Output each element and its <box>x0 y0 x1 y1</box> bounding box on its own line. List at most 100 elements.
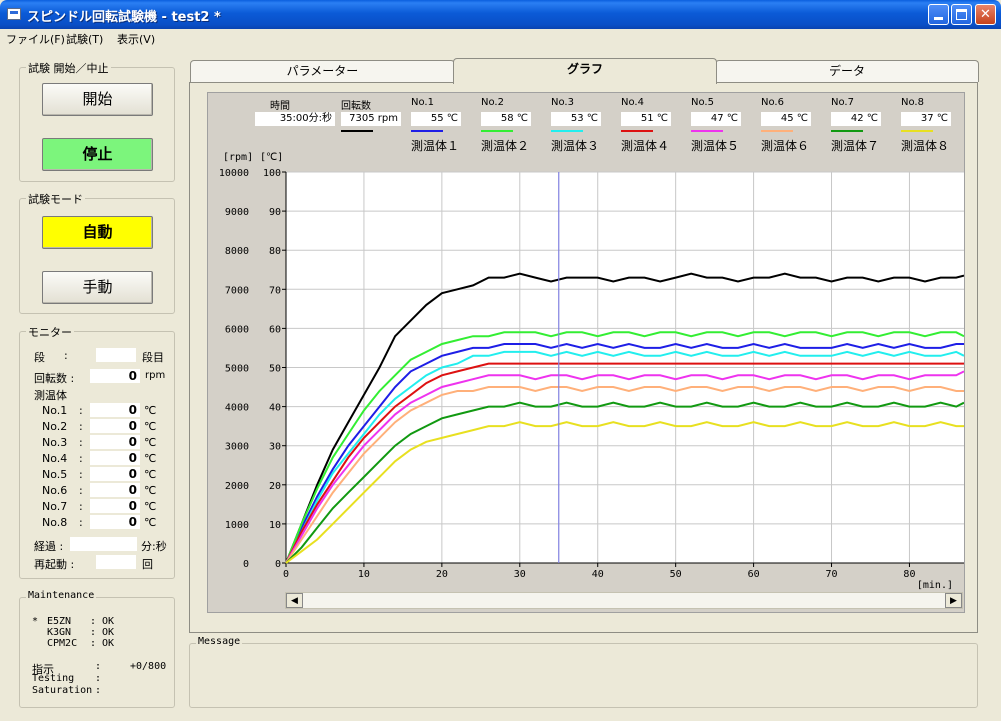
y-tick-label-temp: 30 <box>269 442 281 453</box>
y-tick-label-temp: 0 <box>275 559 281 570</box>
rpm-value: 0 <box>90 369 140 383</box>
sensor-7-colon: : <box>79 500 83 513</box>
monitor-title: モニター <box>26 324 74 340</box>
start-button[interactable]: 開始 <box>42 83 153 116</box>
minimize-icon <box>934 17 943 20</box>
y-tick-label-rpm: 2000 <box>225 481 249 492</box>
graph-horizontal-scrollbar[interactable]: ◀ ▶ <box>285 592 963 609</box>
maintenance-item-name: K3GN <box>47 627 72 638</box>
sensor-1-unit: ℃ <box>144 404 157 417</box>
sensor-2-colon: : <box>79 420 83 433</box>
legend-sensor-7-value: 42 ℃ <box>831 112 881 126</box>
maximize-button[interactable] <box>951 4 972 25</box>
sensor-5-unit: ℃ <box>144 468 157 481</box>
rpm-label: 回転数 : <box>34 372 75 385</box>
tab-parameters[interactable]: パラメーター <box>190 60 455 82</box>
manual-mode-button[interactable]: 手動 <box>42 271 153 304</box>
y-tick-label-temp: 40 <box>269 403 281 414</box>
y-tick-label-rpm: 10000 <box>219 168 249 179</box>
app-icon[interactable] <box>7 8 21 20</box>
x-tick-label: 50 <box>670 569 682 580</box>
y-tick-label-temp: 20 <box>269 481 281 492</box>
legend-sensor-7-line <box>831 130 863 132</box>
scroll-left-button[interactable]: ◀ <box>286 593 303 608</box>
menu-view[interactable]: 表示(V) <box>117 31 155 47</box>
sensor-4-unit: ℃ <box>144 452 157 465</box>
title-bar[interactable]: スピンドル回転試験機 - test2 * ✕ <box>0 0 1001 29</box>
scroll-right-button[interactable]: ▶ <box>945 593 962 608</box>
sensor-4-colon: : <box>79 452 83 465</box>
sensor-1-value: 0 <box>90 403 140 417</box>
sensor-5-label: No.5 <box>42 468 68 481</box>
y-tick-label-rpm: 3000 <box>225 442 249 453</box>
rpm-header-value: 7305 rpm <box>341 112 401 126</box>
y-tick-label-temp: 60 <box>269 324 281 335</box>
restart-label: 再起動 : <box>34 558 75 571</box>
sensor-6-unit: ℃ <box>144 484 157 497</box>
legend-sensor-6-label: No.6 <box>761 97 784 108</box>
legend-sensor-2-label: No.2 <box>481 97 504 108</box>
sensor-6-label: No.6 <box>42 484 68 497</box>
testing-colon: : <box>95 673 102 684</box>
maintenance-group: Maintenance * E5ZN : OK K3GN : OK CPM2C … <box>19 590 175 708</box>
tab-data[interactable]: データ <box>715 60 979 82</box>
sensor-5-colon: : <box>79 468 83 481</box>
legend-sensor-7-label: No.7 <box>831 97 854 108</box>
legend-sensor-5-value: 47 ℃ <box>691 112 741 126</box>
stage-value <box>96 348 136 362</box>
legend-sensor-5-label: No.5 <box>691 97 714 108</box>
close-button[interactable]: ✕ <box>975 4 996 25</box>
stage-unit: 段目 <box>142 351 164 364</box>
y-tick-label-rpm: 9000 <box>225 207 249 218</box>
test-control-title: 試験 開始／中止 <box>26 60 111 76</box>
temperature-rpm-chart[interactable]: 0100020003000400050006000700080009000100… <box>208 145 964 590</box>
rpm-legend-line <box>341 130 373 132</box>
saturation-label: Saturation <box>32 685 93 696</box>
restart-unit: 回 <box>142 558 153 571</box>
sensor-3-colon: : <box>79 436 83 449</box>
sensor-3-label: No.3 <box>42 436 68 449</box>
testing-label: Testing <box>32 673 75 684</box>
x-tick-label: 70 <box>825 569 837 580</box>
sensor-8-value: 0 <box>90 515 140 529</box>
minimize-button[interactable] <box>928 4 949 25</box>
legend-sensor-8-label: No.8 <box>901 97 924 108</box>
maintenance-item-name: E5ZN <box>47 616 72 627</box>
legend-sensor-4-label: No.4 <box>621 97 644 108</box>
y-axis-label-rpm: [rpm] <box>223 152 253 163</box>
message-group: Message <box>189 636 978 708</box>
auto-mode-button[interactable]: 自動 <box>42 216 153 249</box>
stop-button[interactable]: 停止 <box>42 138 153 171</box>
maintenance-item-status: : OK <box>90 616 115 627</box>
elapsed-value <box>70 537 137 551</box>
legend-sensor-6-line <box>761 130 793 132</box>
y-tick-label-rpm: 7000 <box>225 285 249 296</box>
legend-sensor-3-label: No.3 <box>551 97 574 108</box>
legend-sensor-2-line <box>481 130 513 132</box>
rpm-header-label: 回転数 <box>341 101 371 112</box>
sensor-5-value: 0 <box>90 467 140 481</box>
y-tick-label-temp: 80 <box>269 246 281 257</box>
y-axis-label-temp: [℃] <box>260 152 283 163</box>
sensor-1-colon: : <box>79 404 83 417</box>
sensor-3-unit: ℃ <box>144 436 157 449</box>
x-tick-label: 30 <box>514 569 526 580</box>
indication-colon: : <box>95 661 102 672</box>
message-title: Message <box>196 636 243 647</box>
elapsed-unit: 分:秒 <box>141 540 167 553</box>
window-title: スピンドル回転試験機 - test2 * <box>27 10 221 25</box>
monitor-group: モニター 段 : 段目 回転数 : 0 rpm 測温体 No.1 : 0 ℃ N… <box>19 324 175 579</box>
y-tick-label-temp: 70 <box>269 285 281 296</box>
sensor-4-label: No.4 <box>42 452 68 465</box>
time-label: 時間 <box>270 101 290 112</box>
menu-test[interactable]: 試験(T) <box>66 31 103 47</box>
legend-sensor-1-label: No.1 <box>411 97 434 108</box>
tab-graph[interactable]: グラフ <box>453 58 717 84</box>
y-tick-label-temp: 50 <box>269 364 281 375</box>
legend-sensor-3-line <box>551 130 583 132</box>
legend-sensor-8-value: 37 ℃ <box>901 112 951 126</box>
indication-value: +0/800 <box>130 661 167 672</box>
menu-file[interactable]: ファイル(F) <box>6 31 65 47</box>
test-control-group: 試験 開始／中止 開始 停止 <box>19 60 175 182</box>
legend-sensor-4-value: 51 ℃ <box>621 112 671 126</box>
